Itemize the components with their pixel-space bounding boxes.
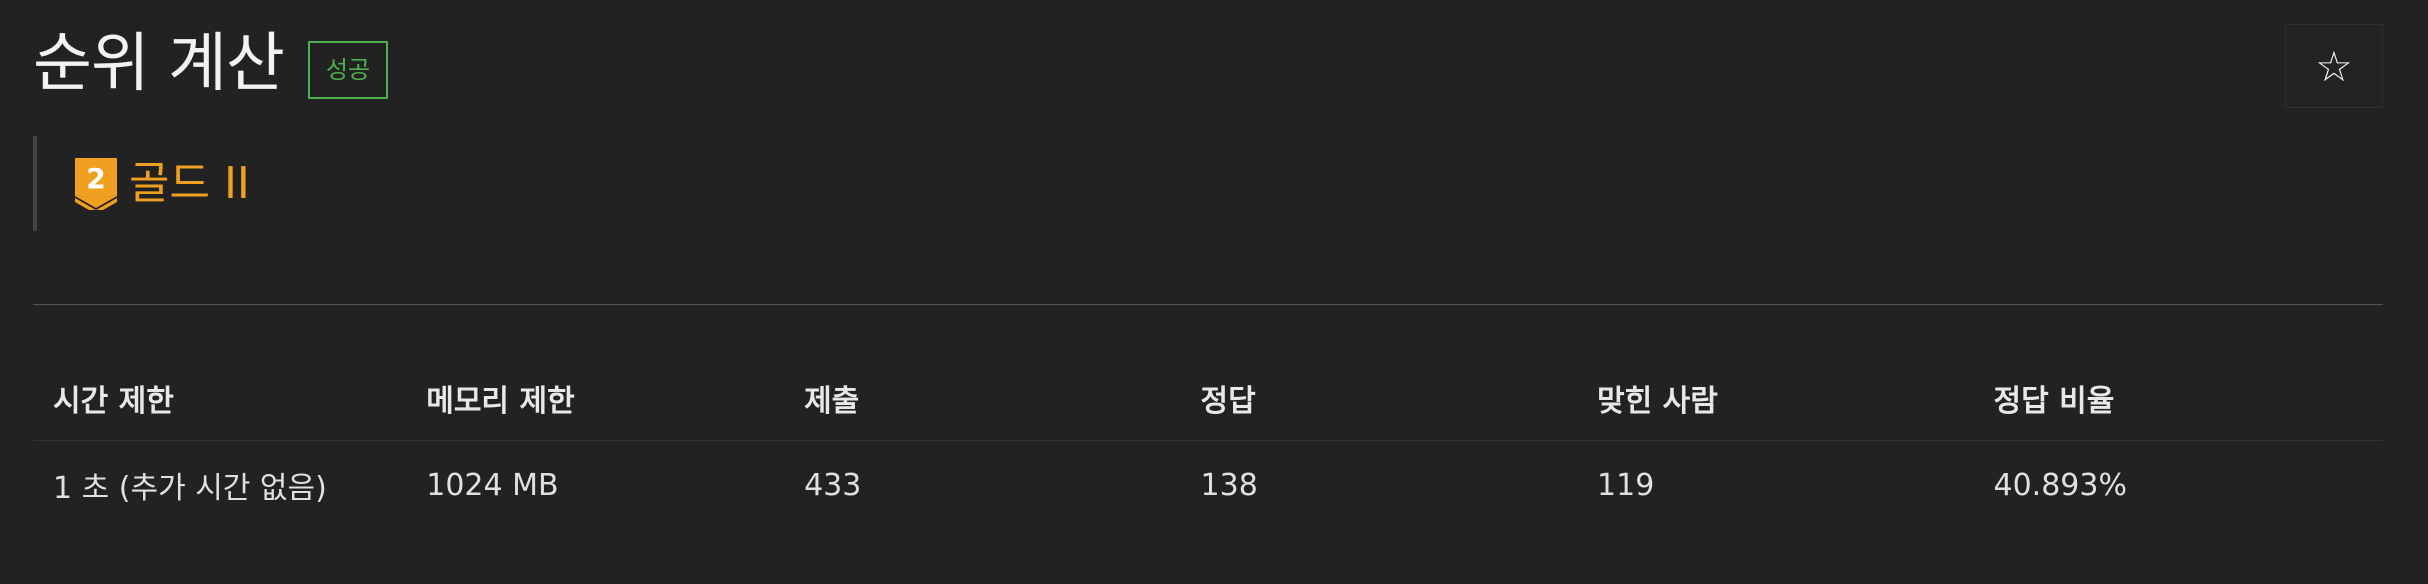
table-row: 1 초 (추가 시간 없음) 1024 MB 433 138 119 40.89… xyxy=(33,441,2383,530)
favorite-button[interactable]: ☆ xyxy=(2285,24,2383,108)
header-time-limit: 시간 제한 xyxy=(33,356,407,441)
header-solved-users: 맞힌 사람 xyxy=(1577,356,1974,441)
header-accepted: 정답 xyxy=(1180,356,1578,441)
header-accept-ratio: 정답 비율 xyxy=(1973,356,2383,441)
star-outline-icon: ☆ xyxy=(2315,41,2353,91)
cell-memory-limit: 1024 MB xyxy=(426,467,559,503)
divider xyxy=(33,304,2383,305)
status-badge: 성공 xyxy=(307,41,389,99)
cell-solved-users: 119 xyxy=(1597,467,1655,503)
gold-tier-badge-icon: 2 xyxy=(75,157,117,210)
cell-submissions: 433 xyxy=(804,467,862,503)
tier-icon-number: 2 xyxy=(86,162,105,195)
title-row: 순위 계산 성공 xyxy=(33,22,389,106)
cell-accepted: 138 xyxy=(1200,467,1258,503)
problem-info-table: 시간 제한 메모리 제한 제출 정답 맞힌 사람 정답 비율 1 초 (추가 시… xyxy=(33,356,2383,529)
page-title: 순위 계산 xyxy=(33,27,285,101)
cell-time-limit: 1 초 (추가 시간 없음) xyxy=(53,471,327,506)
tier-label[interactable]: 골드 II xyxy=(129,158,250,210)
problem-page: 순위 계산 성공 ☆ 2 골드 II 시간 제한 메모리 제한 제출 정답 맞힌… xyxy=(0,0,2428,584)
header-submissions: 제출 xyxy=(784,356,1181,441)
cell-accept-ratio: 40.893% xyxy=(1993,467,2127,503)
tier-block: 2 골드 II xyxy=(33,136,250,231)
table-header-row: 시간 제한 메모리 제한 제출 정답 맞힌 사람 정답 비율 xyxy=(33,356,2383,441)
header-memory-limit: 메모리 제한 xyxy=(406,356,785,441)
